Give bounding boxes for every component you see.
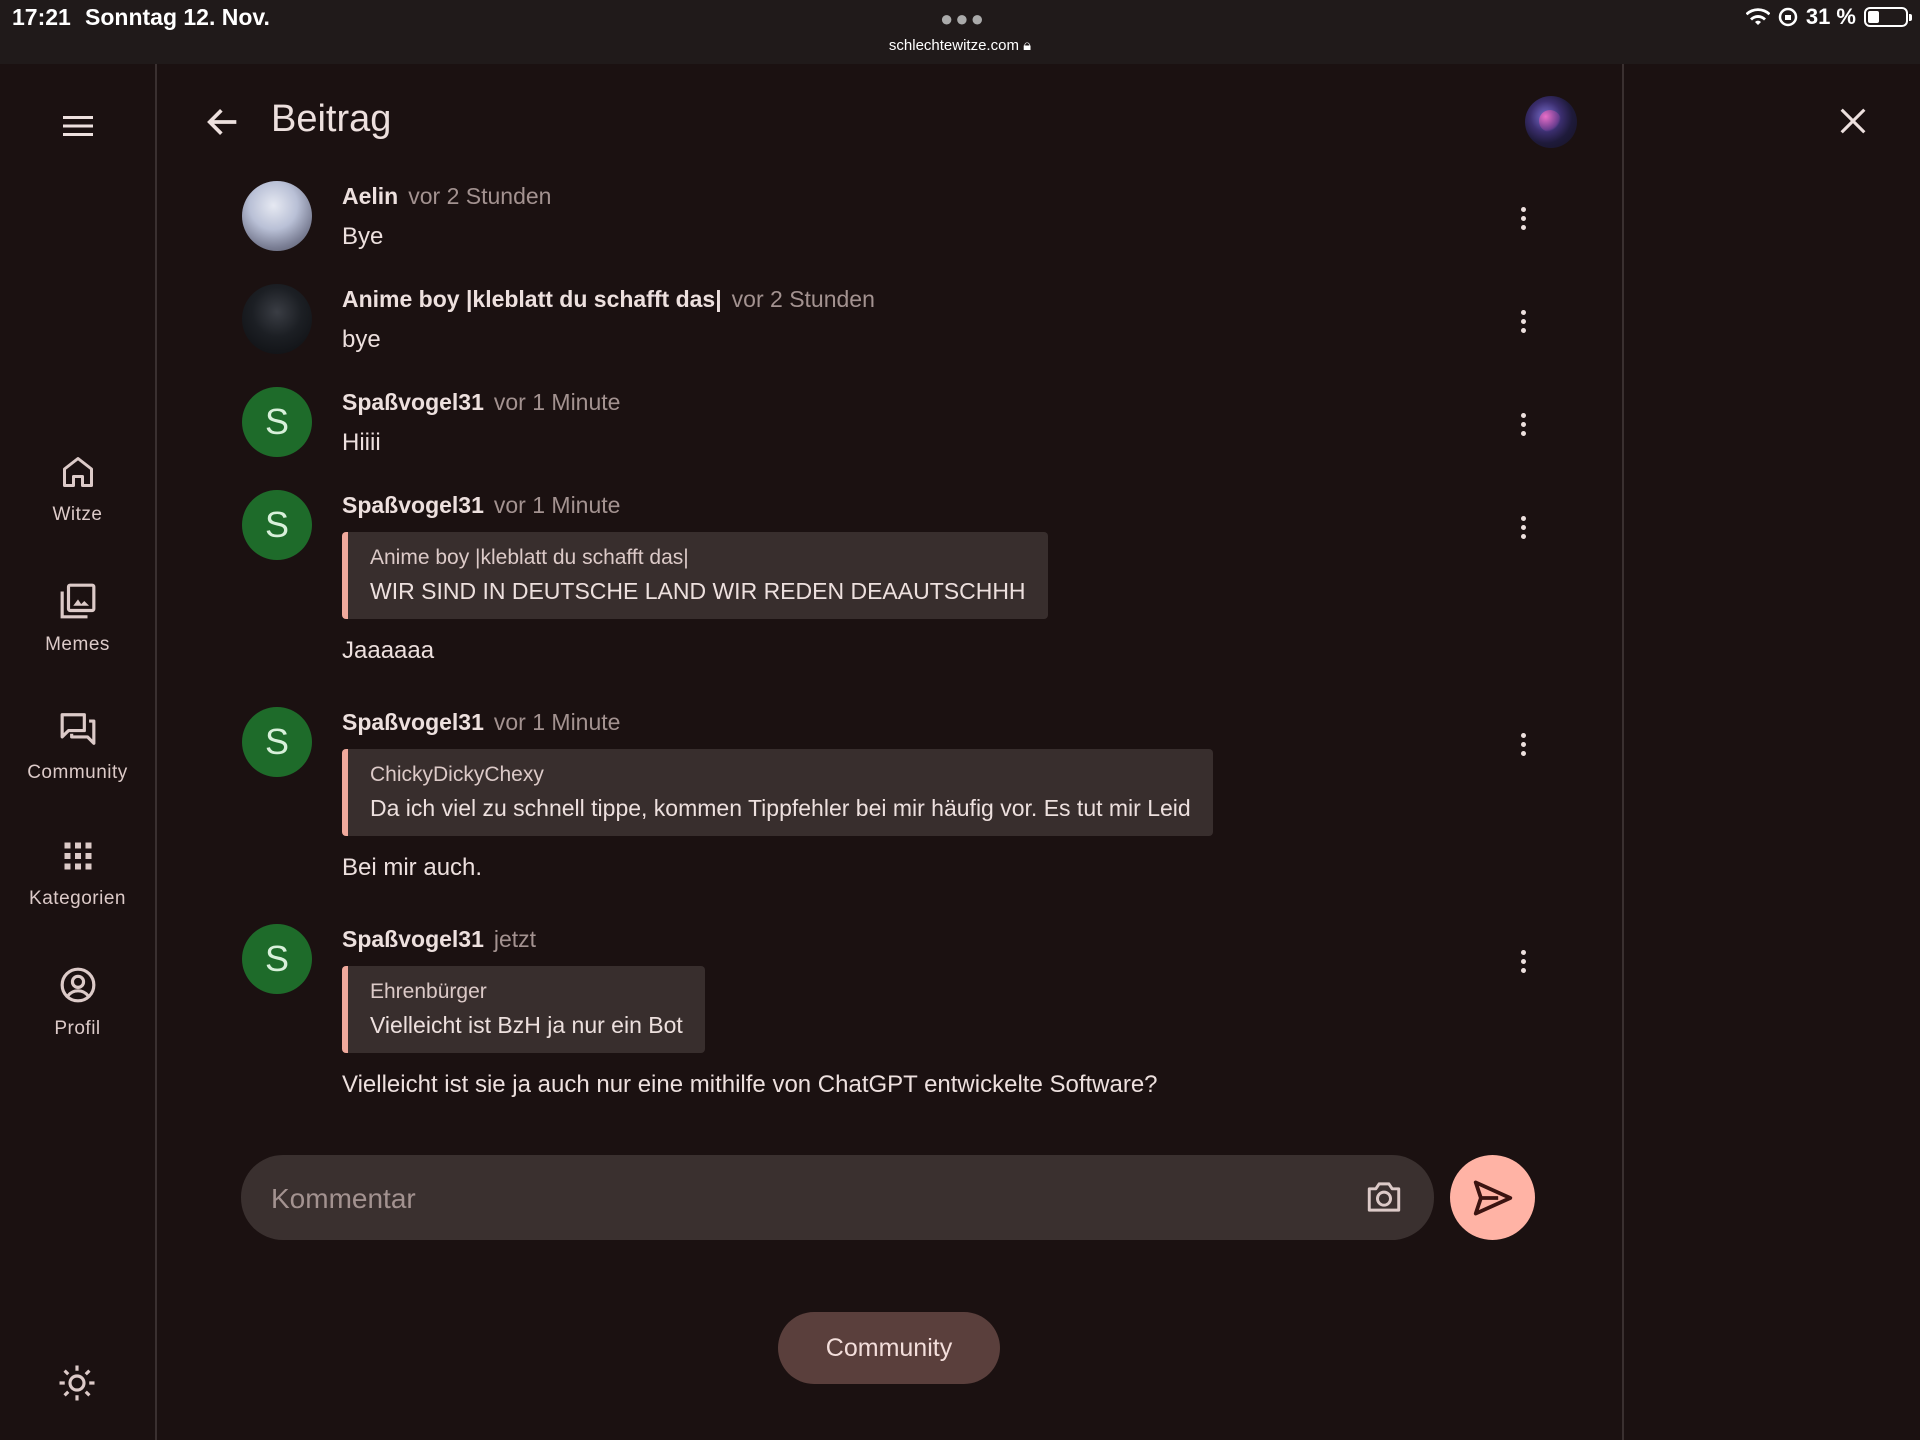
rail-item-kategorien[interactable]: Kategorien — [0, 838, 155, 910]
back-arrow-icon[interactable] — [203, 102, 243, 147]
comment-time: jetzt — [493, 926, 537, 952]
status-bar: 17:21 Sonntag 12. Nov. ●●● schlechtewitz… — [0, 0, 1920, 64]
avatar[interactable]: S — [242, 490, 312, 560]
multitasking-dots-icon[interactable]: ●●● — [940, 6, 986, 32]
comment-text: Bye — [342, 223, 384, 250]
avatar[interactable]: S — [242, 707, 312, 777]
quoted-comment[interactable]: Ehrenbürger Vielleicht ist BzH ja nur ei… — [342, 966, 705, 1053]
comment-time: vor 1 Minute — [493, 389, 621, 415]
wifi-icon — [1745, 8, 1770, 25]
rail-label: Community — [27, 762, 128, 783]
send-icon — [1473, 1180, 1513, 1216]
rail-item-community[interactable]: Community — [0, 710, 155, 784]
more-vert-icon[interactable] — [1517, 207, 1529, 234]
more-vert-icon[interactable] — [1517, 950, 1529, 977]
comment-author[interactable]: Anime boy |kleblatt du schafft das| — [342, 286, 722, 312]
quote-author: ChickyDickyChexy — [370, 763, 544, 786]
comment-time: vor 1 Minute — [493, 492, 621, 518]
comment-time: vor 2 Stunden — [408, 183, 552, 209]
quoted-comment[interactable]: ChickyDickyChexy Da ich viel zu schnell … — [342, 749, 1213, 836]
battery-percentage: 31 % — [1805, 4, 1856, 29]
clock: 17:21 — [12, 4, 71, 30]
close-icon[interactable] — [1836, 104, 1870, 143]
battery-icon — [1864, 7, 1912, 27]
rail-label: Witze — [52, 504, 103, 525]
quote-text: WIR SIND IN DEUTSCHE LAND WIR REDEN DEAA… — [370, 578, 1026, 604]
account-circle-icon — [60, 967, 95, 1003]
comment-text: Bei mir auch. — [342, 854, 483, 881]
menu-icon[interactable] — [60, 108, 96, 144]
comment-text: bye — [342, 326, 381, 353]
comment-time: vor 1 Minute — [493, 709, 621, 735]
page-title: Beitrag — [271, 98, 392, 140]
more-vert-icon[interactable] — [1517, 413, 1529, 440]
rotation-lock-icon — [1778, 7, 1798, 27]
comment-author[interactable]: Spaßvogel31 — [342, 926, 484, 952]
quoted-comment[interactable]: Anime boy |kleblatt du schafft das| WIR … — [342, 532, 1048, 619]
navigation-rail: Witze Memes Community Kategorien Profil — [0, 64, 157, 1440]
rail-label: Kategorien — [29, 888, 126, 909]
apps-grid-icon — [64, 842, 91, 870]
quote-author: Ehrenbürger — [370, 980, 487, 1003]
comment-input[interactable] — [269, 1155, 1323, 1242]
comment-author[interactable]: Spaßvogel31 — [342, 389, 484, 415]
comment-time: vor 2 Stunden — [731, 286, 875, 312]
image-gallery-icon — [60, 583, 95, 619]
rail-item-profil[interactable]: Profil — [0, 966, 155, 1040]
send-button[interactable] — [1450, 1155, 1535, 1240]
rail-label: Profil — [54, 1018, 101, 1039]
avatar[interactable]: S — [242, 924, 312, 994]
comment-text: Jaaaaaa — [342, 637, 435, 664]
comment-composer — [241, 1155, 1434, 1242]
date: Sonntag 12. Nov. — [85, 4, 270, 30]
more-vert-icon[interactable] — [1517, 310, 1529, 337]
camera-icon[interactable] — [1364, 1179, 1404, 1220]
status-indicators: 31 % — [1745, 4, 1912, 30]
url-label[interactable]: schlechtewitze.com 🔒︎ — [0, 37, 1920, 54]
avatar[interactable] — [242, 284, 312, 354]
quote-text: Da ich viel zu schnell tippe, kommen Tip… — [370, 795, 1191, 821]
forum-icon — [60, 713, 95, 745]
rail-item-witze[interactable]: Witze — [0, 454, 155, 526]
home-icon — [62, 457, 93, 487]
comment-author[interactable]: Aelin — [342, 183, 398, 209]
theme-toggle-sun-icon[interactable] — [56, 1362, 98, 1409]
lock-icon: 🔒︎ — [1023, 37, 1032, 54]
avatar[interactable] — [242, 181, 312, 251]
comment-text: Vielleicht ist sie ja auch nur eine mith… — [342, 1071, 1158, 1098]
more-vert-icon[interactable] — [1517, 733, 1529, 760]
quote-author: Anime boy |kleblatt du schafft das| — [370, 546, 689, 569]
more-vert-icon[interactable] — [1517, 516, 1529, 543]
post-panel: Beitrag Aelin vor 2 Stunden Bye Anime boy… — [157, 64, 1624, 1440]
user-avatar[interactable] — [1525, 96, 1577, 148]
community-button[interactable]: Community — [778, 1312, 1000, 1384]
quote-text: Vielleicht ist BzH ja nur ein Bot — [370, 1012, 683, 1038]
rail-label: Memes — [45, 634, 110, 655]
comment-author[interactable]: Spaßvogel31 — [342, 492, 484, 518]
avatar[interactable]: S — [242, 387, 312, 457]
comment-text: Hiiii — [342, 429, 381, 456]
rail-item-memes[interactable]: Memes — [0, 582, 155, 656]
comment-author[interactable]: Spaßvogel31 — [342, 709, 484, 735]
